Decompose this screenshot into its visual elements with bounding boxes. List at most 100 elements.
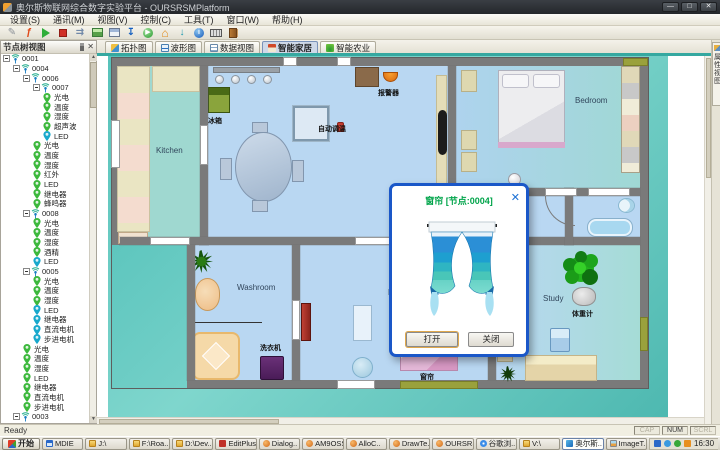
function-icon[interactable]: ƒ xyxy=(22,27,36,39)
cushion-2 xyxy=(461,130,477,150)
sink-icon xyxy=(195,278,220,311)
export-icon[interactable]: ⇉ xyxy=(73,27,87,39)
tree-item[interactable]: 蜂鸣器 xyxy=(1,199,89,209)
pin-icon[interactable] xyxy=(80,43,84,51)
info-icon[interactable]: i xyxy=(192,27,206,39)
expand-icon[interactable] xyxy=(13,413,20,420)
menu-item[interactable]: 设置(S) xyxy=(4,13,46,26)
expand-icon[interactable] xyxy=(23,210,30,217)
ceiling-lights-icon[interactable] xyxy=(213,67,280,73)
view-tab[interactable]: 数据视图 xyxy=(204,41,260,53)
window-icon[interactable] xyxy=(107,27,121,39)
tree-item[interactable]: 酒精 xyxy=(1,247,89,257)
download-icon[interactable]: ↧ xyxy=(124,27,138,39)
fridge-icon[interactable] xyxy=(208,87,230,113)
washing-machine-icon[interactable] xyxy=(260,356,284,380)
tray-network-icon[interactable] xyxy=(654,440,661,447)
taskbar-item[interactable]: EditPlus xyxy=(215,438,256,450)
expand-icon[interactable] xyxy=(3,55,10,62)
expand-icon[interactable] xyxy=(13,65,20,72)
home-icon[interactable]: ⌂ xyxy=(158,27,172,39)
olive-window-bottom xyxy=(400,381,478,389)
menu-item[interactable]: 视图(V) xyxy=(92,13,134,26)
exit-icon[interactable] xyxy=(226,27,240,39)
tree-item[interactable]: 红外 xyxy=(1,170,89,180)
bathtub-icon xyxy=(588,219,632,236)
tree-item[interactable]: LED xyxy=(1,257,89,267)
snapshot-icon[interactable] xyxy=(90,27,104,39)
status-bar: Ready CAPNUMSCRL xyxy=(0,424,720,436)
scale-icon[interactable] xyxy=(572,287,596,306)
tree-item[interactable]: 超声波 xyxy=(1,122,89,132)
play-icon[interactable] xyxy=(39,27,53,39)
sensor-pin-icon xyxy=(23,354,31,364)
expand-icon[interactable] xyxy=(23,268,30,275)
alarm-icon[interactable] xyxy=(383,72,398,82)
expand-icon[interactable] xyxy=(23,75,30,82)
pen-icon[interactable]: ✎ xyxy=(5,27,19,39)
keyboard-icon[interactable] xyxy=(209,27,223,39)
tree-item[interactable]: 温度 xyxy=(1,102,89,112)
view-tab[interactable]: 智能家居 xyxy=(262,41,318,53)
tree-item[interactable]: 0004 xyxy=(1,64,89,74)
tray-safety-icon[interactable] xyxy=(674,440,681,447)
menu-item[interactable]: 控制(C) xyxy=(135,13,178,26)
blue-box-icon[interactable] xyxy=(550,328,570,352)
taskbar-item[interactable]: DrawTe.. xyxy=(389,438,430,450)
view-tab[interactable]: 智能农业 xyxy=(320,41,376,53)
tree-item[interactable]: 湿度 xyxy=(1,364,89,374)
tree-item[interactable]: 0003 xyxy=(1,412,89,422)
view-tab[interactable]: 波形图 xyxy=(155,41,203,53)
tray-messenger-icon[interactable] xyxy=(664,440,671,447)
tree-item[interactable]: 0001 xyxy=(1,54,89,64)
taskbar-item[interactable]: J:\ xyxy=(85,438,126,450)
tv-icon[interactable] xyxy=(438,110,447,155)
tray-volume-icon[interactable] xyxy=(684,440,691,447)
scroll-thumb[interactable] xyxy=(90,62,97,108)
taskbar-item[interactable]: V:\ xyxy=(519,438,560,450)
expand-icon[interactable] xyxy=(33,84,40,91)
scroll-down-icon[interactable]: ▼ xyxy=(90,416,97,423)
taskbar-item[interactable]: Dialog.. xyxy=(259,438,300,450)
canvas-vscrollbar[interactable] xyxy=(704,56,711,424)
tree-scrollbar[interactable]: ▲ ▼ xyxy=(89,54,96,423)
close-dialog-button[interactable]: 关闭 xyxy=(468,332,514,347)
taskbar-item[interactable]: AlloC.. xyxy=(346,438,387,450)
taskbar-item[interactable]: ImageT.. xyxy=(606,438,647,450)
dialog-close-icon[interactable]: ✕ xyxy=(511,191,520,204)
tree-item[interactable]: 0006 xyxy=(1,73,89,83)
properties-tab[interactable]: 属性视图 xyxy=(712,42,720,106)
stop-icon[interactable] xyxy=(56,27,70,39)
maximize-button[interactable]: □ xyxy=(681,2,698,12)
tree-item-label: 0003 xyxy=(32,412,49,421)
menu-item[interactable]: 窗口(W) xyxy=(221,13,266,26)
scroll-up-icon[interactable]: ▲ xyxy=(90,54,97,61)
menu-item[interactable]: 帮助(H) xyxy=(266,13,309,26)
taskbar-item[interactable]: MDIE xyxy=(42,438,83,450)
washroom-door-opening xyxy=(292,300,300,340)
taskbar-item[interactable]: 谷歌浏.. xyxy=(476,438,517,450)
menu-item[interactable]: 工具(T) xyxy=(178,13,220,26)
menu-item[interactable]: 通讯(M) xyxy=(47,13,91,26)
canvas-hscrollbar[interactable] xyxy=(97,417,704,424)
tree-item[interactable]: 光电 xyxy=(1,93,89,103)
tree-item[interactable]: 步进电机 xyxy=(1,402,89,412)
view-tab[interactable]: 拓扑图 xyxy=(105,41,153,53)
close-button[interactable]: ✕ xyxy=(700,2,717,12)
tree-item-label: 酒精 xyxy=(44,247,59,258)
open-button[interactable]: 打开 xyxy=(406,332,458,347)
taskbar-item[interactable]: F:\Roa.. xyxy=(129,438,170,450)
taskbar-item[interactable]: AM9OSS.. xyxy=(302,438,343,450)
taskbar-item[interactable]: D:\Dev.. xyxy=(172,438,213,450)
tree-item[interactable]: 0007 xyxy=(1,83,89,93)
update-icon[interactable]: ↓ xyxy=(175,27,189,39)
run-icon[interactable]: ▶ xyxy=(141,27,155,39)
minimize-button[interactable]: — xyxy=(662,2,679,12)
taskbar-item[interactable]: OURSRS.. xyxy=(432,438,473,450)
panel-close-icon[interactable]: ✕ xyxy=(87,43,94,51)
olive-window-right xyxy=(640,317,648,351)
tree-item-label: 0006 xyxy=(42,74,59,83)
start-button[interactable]: 开始 xyxy=(2,438,40,450)
tree-item[interactable]: 湿度 xyxy=(1,296,89,306)
taskbar-item[interactable]: 奥尔斯.. xyxy=(562,438,603,450)
